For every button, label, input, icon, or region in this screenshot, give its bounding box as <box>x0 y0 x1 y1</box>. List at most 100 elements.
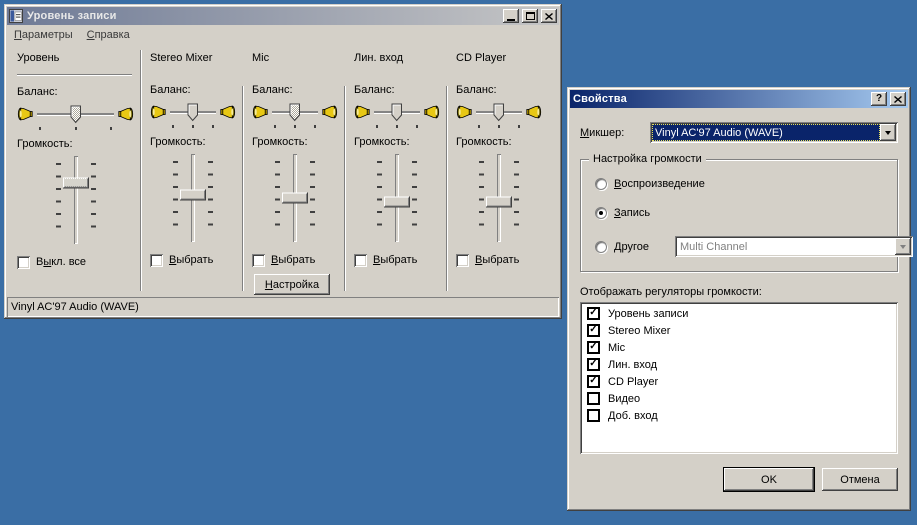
volume-label: Громкость: <box>354 136 440 148</box>
recorder-titlebar[interactable]: Уровень записи <box>7 7 559 25</box>
radio-icon[interactable] <box>595 178 607 190</box>
item-checkbox[interactable]: ✓ <box>587 375 600 388</box>
item-label: Уровень записи <box>608 308 688 320</box>
balance-label: Баланс: <box>456 84 542 96</box>
balance-label: Баланс: <box>17 86 134 98</box>
channel-checkbox[interactable] <box>354 254 367 267</box>
volume-thumb[interactable] <box>486 197 512 208</box>
radio-recording[interactable]: Запись <box>595 207 883 219</box>
channel-checkbox-label[interactable]: Выбрать <box>475 254 519 266</box>
radio-label[interactable]: Воспроизведение <box>614 178 705 190</box>
volume-thumb[interactable] <box>282 193 308 204</box>
list-label: Отображать регуляторы громкости: <box>580 286 898 298</box>
properties-dialog: Свойства ? Микшер: Vinyl AC'97 Audio (WA… <box>567 87 911 511</box>
balance-thumb[interactable] <box>187 103 199 122</box>
cancel-button[interactable]: Отмена <box>822 468 898 491</box>
volume-control-list-item[interactable]: ✓ Доб. вход <box>581 407 897 424</box>
volume-control-list-item[interactable]: ✓ Видео <box>581 390 897 407</box>
balance-row <box>354 102 440 128</box>
check-mark-icon: ✓ <box>589 376 597 386</box>
channel-checkbox-label[interactable]: Выбрать <box>271 254 315 266</box>
close-icon[interactable] <box>890 92 906 106</box>
radio-other[interactable]: Другое Multi Channel <box>595 236 883 257</box>
window-title: Уровень записи <box>26 10 500 22</box>
balance-slider[interactable] <box>475 102 523 128</box>
speaker-right-icon <box>118 106 134 125</box>
speaker-right-icon <box>322 104 338 123</box>
item-label: Mic <box>608 342 625 354</box>
radio-label[interactable]: Другое <box>614 241 660 253</box>
balance-thumb[interactable] <box>391 103 403 122</box>
channel-strip: Stereo Mixer Баланс: Громкость: <box>142 44 242 295</box>
volume-groove <box>74 156 78 244</box>
channel-checkbox[interactable] <box>252 254 265 267</box>
balance-thumb[interactable] <box>493 103 505 122</box>
volume-slider[interactable] <box>477 154 521 242</box>
mixer-selected-value[interactable]: Vinyl AC'97 Audio (WAVE) <box>652 124 880 141</box>
volume-control-icon[interactable] <box>9 9 23 23</box>
item-checkbox[interactable]: ✓ <box>587 341 600 354</box>
volume-slider[interactable] <box>375 154 419 242</box>
volume-thumb[interactable] <box>180 190 206 201</box>
item-checkbox[interactable]: ✓ <box>587 307 600 320</box>
volume-slider[interactable] <box>273 154 317 242</box>
volume-slider[interactable] <box>54 156 98 244</box>
volume-control-list-item[interactable]: ✓ Mic <box>581 339 897 356</box>
item-checkbox[interactable]: ✓ <box>587 324 600 337</box>
speaker-right-icon <box>424 104 440 123</box>
menu-help[interactable]: Справка <box>80 27 137 43</box>
balance-ticks <box>274 125 316 128</box>
speaker-left-icon <box>456 104 472 123</box>
volume-thumb[interactable] <box>63 178 89 189</box>
channel-checkbox[interactable] <box>17 256 30 269</box>
volume-control-list-item[interactable]: ✓ CD Player <box>581 373 897 390</box>
mixer-combobox[interactable]: Vinyl AC'97 Audio (WAVE) <box>650 122 898 143</box>
volume-control-list-item[interactable]: ✓ Уровень записи <box>581 305 897 322</box>
volume-ticks-left <box>479 161 484 235</box>
volume-control-list-item[interactable]: ✓ Stereo Mixer <box>581 322 897 339</box>
volume-control-list-item[interactable]: ✓ Лин. вход <box>581 356 897 373</box>
balance-slider[interactable] <box>169 102 217 128</box>
volume-slider[interactable] <box>171 154 215 242</box>
other-combobox: Multi Channel <box>675 236 913 257</box>
advanced-settings-button[interactable]: Настройка <box>254 274 330 295</box>
volume-controls-listbox[interactable]: ✓ Уровень записи ✓ Stereo Mixer ✓ Mic ✓ … <box>580 302 898 454</box>
channel-check-row: Выкл. все <box>17 254 134 270</box>
menu-options[interactable]: Параметры <box>7 27 80 43</box>
item-checkbox[interactable]: ✓ <box>587 358 600 371</box>
volume-label: Громкость: <box>252 136 338 148</box>
channel-checkbox[interactable] <box>456 254 469 267</box>
balance-row <box>456 102 542 128</box>
volume-ticks-right <box>91 163 96 237</box>
radio-playback[interactable]: Воспроизведение <box>595 178 883 190</box>
help-icon[interactable]: ? <box>871 92 887 106</box>
balance-thumb[interactable] <box>289 103 301 122</box>
channel-check-row: Выбрать <box>150 252 236 268</box>
chevron-down-icon[interactable] <box>880 124 896 141</box>
channel-title: Уровень <box>17 52 134 68</box>
maximize-button[interactable] <box>522 9 538 23</box>
properties-titlebar[interactable]: Свойства ? <box>570 90 908 108</box>
ok-button[interactable]: OK <box>724 468 814 491</box>
balance-thumb[interactable] <box>70 105 82 124</box>
radio-icon[interactable] <box>595 207 607 219</box>
channel-checkbox-label[interactable]: Выбрать <box>169 254 213 266</box>
item-checkbox[interactable]: ✓ <box>587 409 600 422</box>
balance-slider[interactable] <box>373 102 421 128</box>
channel-title: CD Player <box>456 52 542 68</box>
balance-slider[interactable] <box>36 104 115 130</box>
item-checkbox[interactable]: ✓ <box>587 392 600 405</box>
radio-icon[interactable] <box>595 241 607 253</box>
channel-checkbox-label[interactable]: Выкл. все <box>36 256 86 268</box>
channel-strip: Mic Баланс: Громкость: <box>244 44 344 295</box>
volume-ticks-left <box>377 161 382 235</box>
radio-label[interactable]: Запись <box>614 207 650 219</box>
volume-thumb[interactable] <box>384 197 410 208</box>
close-icon[interactable] <box>541 9 557 23</box>
check-mark-icon: ✓ <box>589 325 597 335</box>
channel-checkbox-label[interactable]: Выбрать <box>373 254 417 266</box>
balance-slider[interactable] <box>271 102 319 128</box>
check-mark-icon: ✓ <box>589 308 597 318</box>
channel-checkbox[interactable] <box>150 254 163 267</box>
minimize-button[interactable] <box>503 9 519 23</box>
